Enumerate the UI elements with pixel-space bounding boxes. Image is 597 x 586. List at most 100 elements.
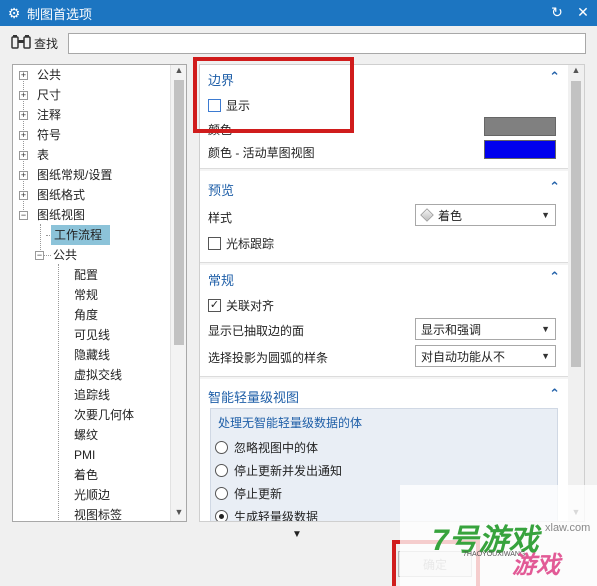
- expand-icon[interactable]: +: [19, 150, 28, 160]
- tree-item[interactable]: − 公共: [13, 245, 171, 265]
- tree-item[interactable]: 螺纹: [13, 425, 171, 445]
- silhouette-select[interactable]: 显示和强调 ▼: [415, 318, 556, 340]
- gear-icon: ⚙: [7, 4, 21, 21]
- tree-item[interactable]: 隐藏线: [13, 345, 171, 365]
- tree-item-label: 符号: [37, 128, 62, 142]
- expand-icon[interactable]: +: [19, 110, 28, 120]
- tree-item[interactable]: + 尺寸: [13, 85, 171, 105]
- option-stop-row[interactable]: 停止更新: [215, 485, 282, 502]
- tree-item-label: 视图标签: [74, 508, 123, 522]
- expand-icon[interactable]: +: [19, 90, 28, 100]
- tree-item-label: 公共: [53, 248, 78, 262]
- tree-item[interactable]: 虚拟交线: [13, 365, 171, 385]
- lightweight-section-header[interactable]: 智能轻量级视图: [208, 387, 299, 406]
- tree-item[interactable]: + 图纸格式: [13, 185, 171, 205]
- search-input[interactable]: [68, 33, 586, 54]
- option-ignore-radio[interactable]: [215, 441, 228, 454]
- chevron-up-icon[interactable]: ⌃: [549, 269, 560, 285]
- general-section: 常规 ⌃ ✓ 关联对齐 显示已抽取边的面 显示和强调 ▼ 选择投影为圆弧的样条 …: [200, 265, 568, 377]
- style-label: 样式: [208, 211, 233, 225]
- shaded-cube-icon: [420, 208, 434, 222]
- general-section-header[interactable]: 常规: [208, 270, 234, 289]
- chevron-up-icon[interactable]: ⌃: [549, 386, 560, 402]
- style-select[interactable]: 着色 ▼: [415, 204, 556, 226]
- tree-item[interactable]: 视图标签: [13, 505, 171, 522]
- preview-section-header[interactable]: 预览: [208, 180, 234, 199]
- tree-item-label: 角度: [74, 308, 99, 322]
- close-icon[interactable]: ✕: [575, 3, 591, 21]
- expand-more-icon[interactable]: ▼: [292, 529, 302, 540]
- option-generate-radio[interactable]: [215, 510, 228, 521]
- cursor-track-checkbox[interactable]: [208, 237, 221, 250]
- tree-item[interactable]: + 符号: [13, 125, 171, 145]
- tree-item[interactable]: 角度: [13, 305, 171, 325]
- panel-scrollbar[interactable]: ▲ ▼: [568, 65, 584, 521]
- tree-item[interactable]: + 注释: [13, 105, 171, 125]
- silhouette-label: 显示已抽取边的面: [208, 324, 305, 338]
- tree-item-label: 表: [37, 148, 50, 162]
- expand-icon[interactable]: +: [19, 170, 28, 180]
- panel-scroll-thumb[interactable]: [571, 81, 581, 367]
- tree-item-label: 光顺边: [74, 488, 111, 502]
- tree-item-label: 常规: [74, 288, 99, 302]
- tree-item-label: 注释: [37, 108, 62, 122]
- active-color-row: 颜色 - 活动草图视图: [208, 144, 315, 161]
- tree-item[interactable]: + 公共: [13, 65, 171, 85]
- tree-item-label: 图纸常规/设置: [37, 168, 113, 182]
- arc-spline-select[interactable]: 对自动功能从不 ▼: [415, 345, 556, 367]
- binoculars-icon: [11, 35, 31, 49]
- tree-item[interactable]: 追踪线: [13, 385, 171, 405]
- cursor-track-row[interactable]: 光标跟踪: [208, 235, 274, 252]
- option-stop-radio[interactable]: [215, 487, 228, 500]
- tree-item[interactable]: 工作流程: [13, 225, 171, 245]
- search-row: 查找: [0, 26, 597, 60]
- window-title: 制图首选项: [27, 6, 93, 22]
- expand-icon[interactable]: +: [19, 190, 28, 200]
- scroll-up-icon[interactable]: ▲: [568, 65, 584, 79]
- assoc-align-checkbox[interactable]: ✓: [208, 299, 221, 312]
- tree-scrollbar[interactable]: ▲ ▼: [170, 65, 186, 521]
- option-ignore-label: 忽略视图中的体: [234, 441, 319, 455]
- reset-icon[interactable]: ↻: [549, 3, 565, 21]
- tree-item-label: 虚拟交线: [74, 368, 123, 382]
- option-stop-notify-radio[interactable]: [215, 464, 228, 477]
- scroll-up-icon[interactable]: ▲: [171, 65, 186, 79]
- tree-item[interactable]: 光顺边: [13, 485, 171, 505]
- tree-item[interactable]: + 表: [13, 145, 171, 165]
- expand-icon[interactable]: +: [19, 70, 28, 80]
- lightweight-subheader: 处理无智能轻量级数据的体: [218, 416, 363, 430]
- tree-item-label: 追踪线: [74, 388, 111, 402]
- expand-icon[interactable]: +: [19, 130, 28, 140]
- preview-section: 预览 ⌃ 样式 着色 ▼ 光标跟踪: [200, 171, 568, 263]
- style-row: 样式: [208, 209, 232, 226]
- tree-scroll-thumb[interactable]: [174, 80, 184, 345]
- tree-item[interactable]: + 图纸常规/设置: [13, 165, 171, 185]
- arc-spline-select-value: 对自动功能从不: [421, 349, 506, 364]
- option-generate-row[interactable]: 生成轻量级数据: [215, 508, 318, 521]
- tree-item-label: 配置: [74, 268, 99, 282]
- tree-item[interactable]: − 图纸视图: [13, 205, 171, 225]
- tree-item-label: 着色: [74, 468, 99, 482]
- chevron-up-icon[interactable]: ⌃: [549, 69, 560, 85]
- tree-item[interactable]: PMI: [13, 445, 171, 465]
- collapse-icon[interactable]: −: [35, 250, 44, 260]
- tree-item[interactable]: 次要几何体: [13, 405, 171, 425]
- tree-item-label: 工作流程: [51, 225, 111, 245]
- scroll-down-icon[interactable]: ▼: [171, 507, 186, 521]
- option-stop-label: 停止更新: [234, 487, 283, 501]
- tree-item[interactable]: 配置: [13, 265, 171, 285]
- collapse-icon[interactable]: −: [19, 210, 28, 220]
- chevron-up-icon[interactable]: ⌃: [549, 179, 560, 195]
- active-color-swatch[interactable]: [484, 140, 556, 159]
- assoc-align-row[interactable]: ✓ 关联对齐: [208, 297, 274, 314]
- tree-item[interactable]: 着色: [13, 465, 171, 485]
- tree-item[interactable]: 常规: [13, 285, 171, 305]
- tree-item-label: 隐藏线: [74, 348, 111, 362]
- option-ignore-row[interactable]: 忽略视图中的体: [215, 439, 318, 456]
- tree-item-label: 图纸格式: [37, 188, 86, 202]
- border-color-swatch[interactable]: [484, 117, 556, 136]
- tree-item[interactable]: 可见线: [13, 325, 171, 345]
- option-stop-notify-row[interactable]: 停止更新并发出通知: [215, 462, 342, 479]
- tree-item-label: 可见线: [74, 328, 111, 342]
- tree-item-label: 次要几何体: [74, 408, 135, 422]
